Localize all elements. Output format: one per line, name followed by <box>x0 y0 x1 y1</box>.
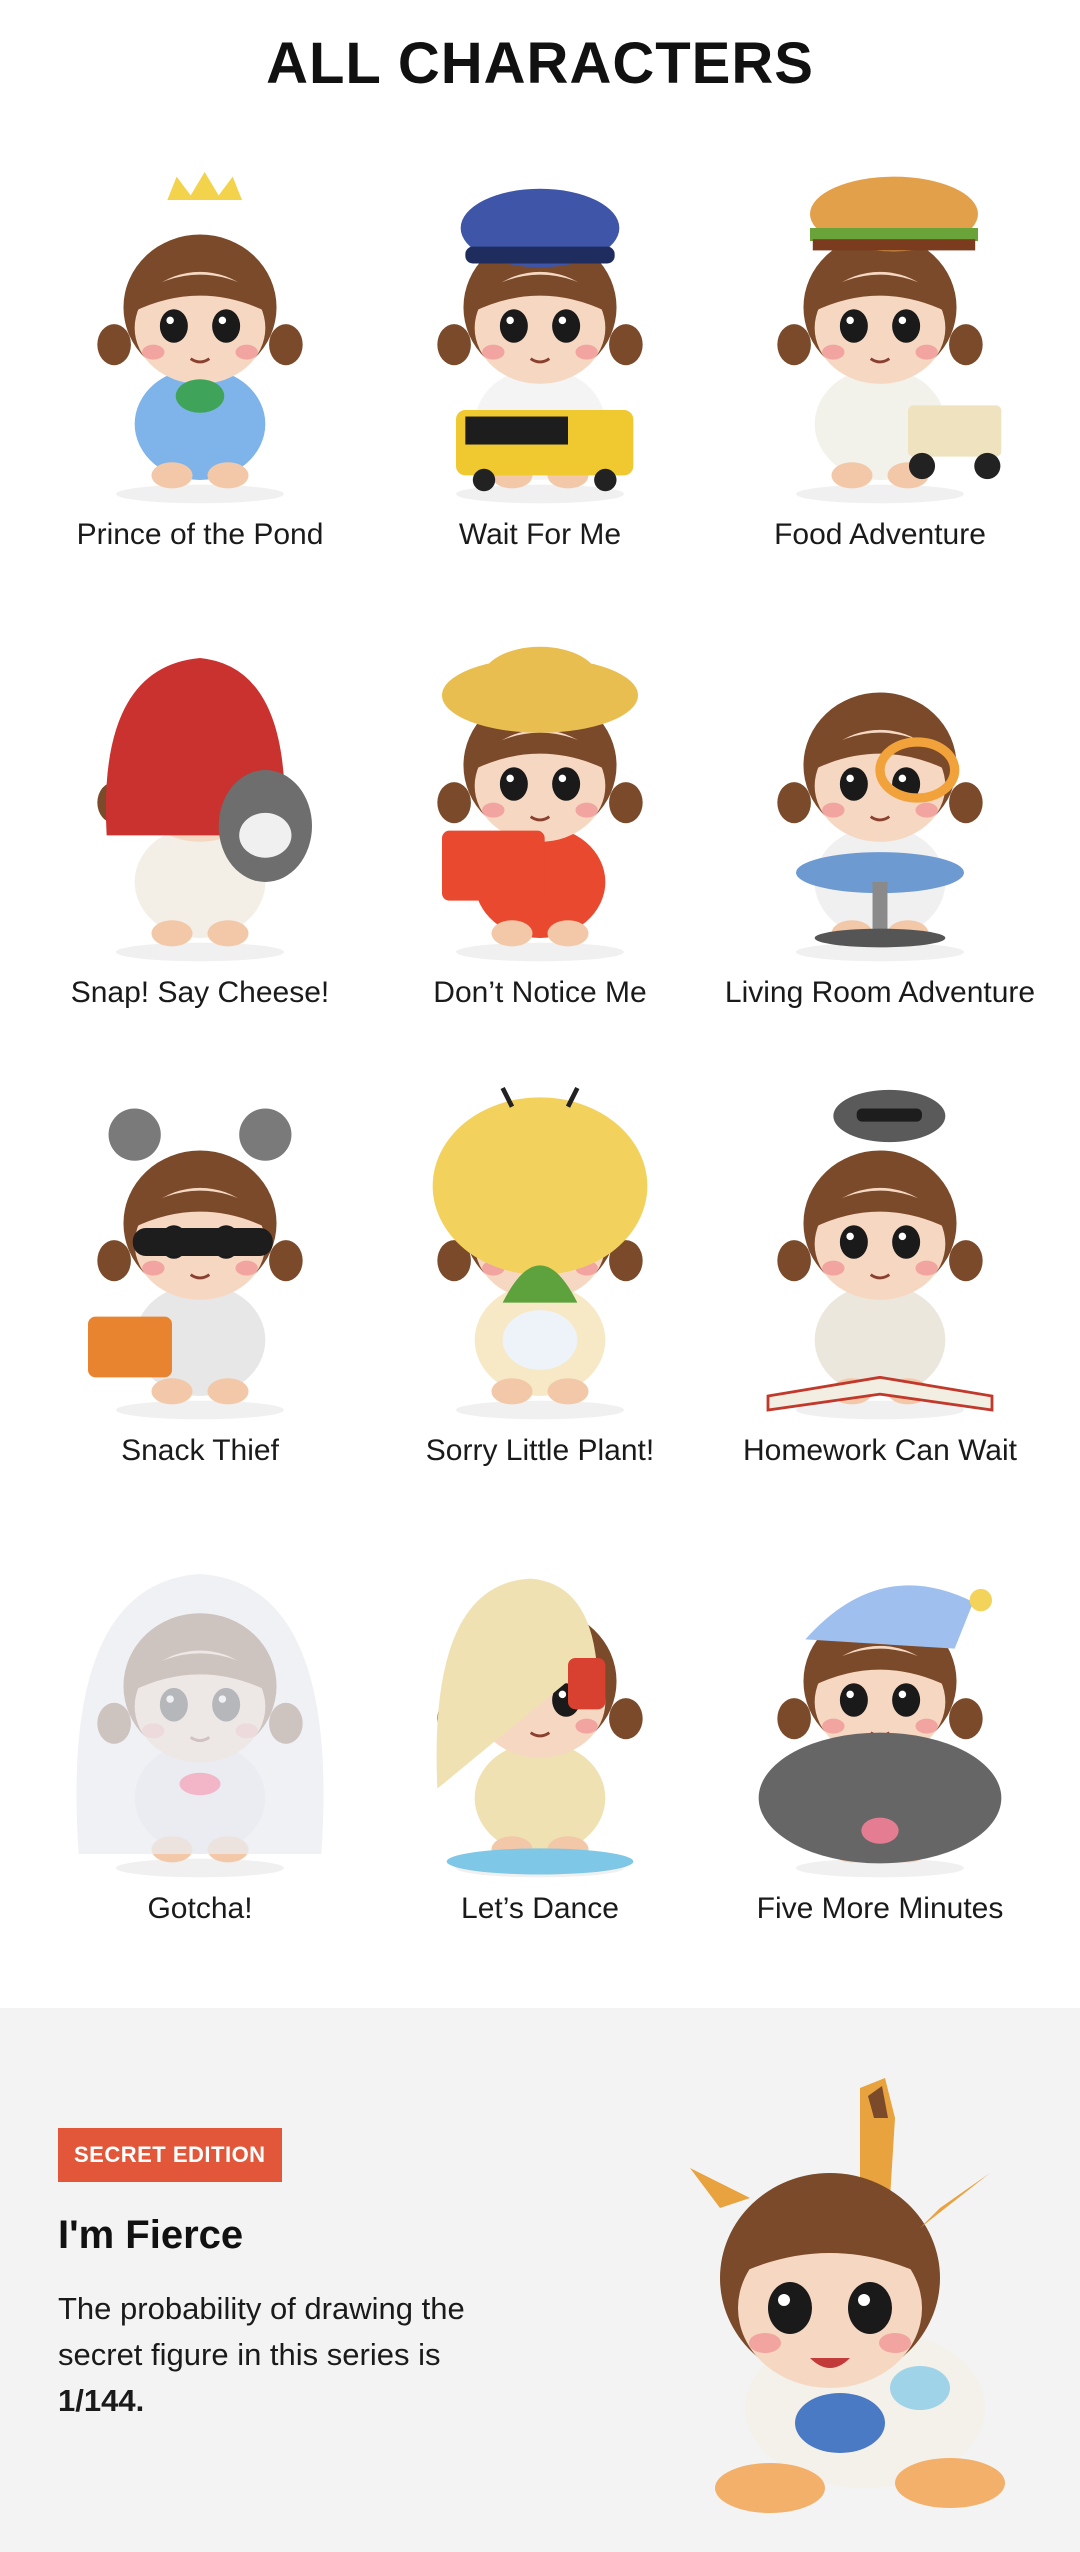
character-figure-image <box>60 618 340 978</box>
character-card[interactable]: Don’t Notice Me <box>370 608 710 1066</box>
character-card[interactable]: Prince of the Pond <box>30 150 370 608</box>
figure-illustration <box>758 1585 1002 1878</box>
character-grid: Prince of the Pond Wait For Me Food Adve… <box>30 150 1050 1982</box>
character-card[interactable]: Homework Can Wait <box>710 1066 1050 1524</box>
figure-illustration <box>88 1108 303 1420</box>
character-card[interactable]: Food Adventure <box>710 150 1050 608</box>
character-figure-image <box>400 618 680 978</box>
character-figure-image <box>400 1534 680 1894</box>
character-figure-image <box>740 618 1020 978</box>
secret-odds: 1/144. <box>58 2383 145 2418</box>
character-name: Prince of the Pond <box>76 518 324 551</box>
secret-figure-image[interactable] <box>690 2078 1020 2518</box>
character-card[interactable]: Snap! Say Cheese! <box>30 608 370 1066</box>
character-name: Gotcha! <box>147 1892 253 1925</box>
character-figure-image <box>60 160 340 520</box>
character-figure-image <box>740 1076 1020 1436</box>
character-figure-image <box>740 1534 1020 1894</box>
figure-illustration <box>97 658 312 962</box>
character-name: Food Adventure <box>774 518 986 551</box>
figure-illustration <box>777 692 983 962</box>
character-card[interactable]: Let’s Dance <box>370 1524 710 1982</box>
character-card[interactable]: Living Room Adventure <box>710 608 1050 1066</box>
figure-illustration <box>436 1578 643 1878</box>
figure-illustration <box>432 1086 648 1420</box>
character-figure-image <box>400 1076 680 1436</box>
character-card[interactable]: Snack Thief <box>30 1066 370 1524</box>
character-name: Wait For Me <box>458 518 622 551</box>
character-name: Let’s Dance <box>461 1892 619 1925</box>
character-name: Don’t Notice Me <box>433 976 647 1009</box>
figure-illustration <box>437 646 643 962</box>
figure-illustration <box>777 176 1002 504</box>
secret-edition-badge: SECRET EDITION <box>58 2128 282 2182</box>
character-figure-image <box>60 1076 340 1436</box>
character-card[interactable]: Wait For Me <box>370 150 710 608</box>
character-name: Five More Minutes <box>756 1892 1004 1925</box>
figure-illustration <box>76 1574 324 1878</box>
secret-description: The probability of drawing the secret fi… <box>58 2291 465 2372</box>
character-name: Living Room Adventure <box>724 976 1036 1009</box>
character-name: Snap! Say Cheese! <box>70 976 330 1009</box>
figure-illustration <box>97 172 303 504</box>
character-card[interactable]: Five More Minutes <box>710 1524 1050 1982</box>
character-card[interactable]: Gotcha! <box>30 1524 370 1982</box>
character-figure-image <box>740 160 1020 520</box>
secret-figure-title: I'm Fierce <box>58 2213 244 2257</box>
fierce-figure-illustration <box>690 2078 1005 2513</box>
figure-illustration <box>437 188 643 504</box>
character-card[interactable]: Sorry Little Plant! <box>370 1066 710 1524</box>
character-figure-image <box>400 160 680 520</box>
character-name: Snack Thief <box>121 1434 279 1467</box>
page-title: ALL CHARACTERS <box>266 31 814 96</box>
secret-probability-text: The probability of drawing the secret fi… <box>58 2286 538 2424</box>
figure-illustration <box>766 1089 994 1420</box>
secret-edition-section: SECRET EDITION I'm Fierce The probabilit… <box>0 2008 1080 2552</box>
character-figure-image <box>60 1534 340 1894</box>
character-name: Sorry Little Plant! <box>425 1434 655 1467</box>
character-name: Homework Can Wait <box>743 1434 1017 1467</box>
